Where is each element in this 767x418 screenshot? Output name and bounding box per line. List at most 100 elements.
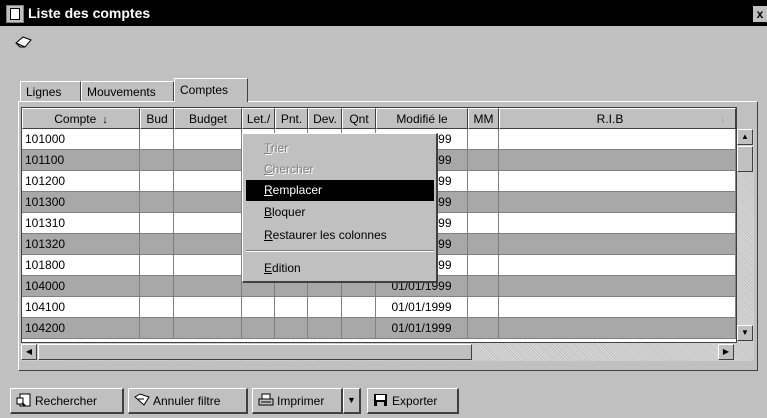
table-cell[interactable] <box>275 318 308 339</box>
table-cell[interactable] <box>174 150 242 171</box>
table-cell[interactable] <box>174 171 242 192</box>
scroll-down-button[interactable]: ▼ <box>737 325 753 341</box>
table-cell[interactable] <box>140 129 174 150</box>
table-cell[interactable] <box>140 276 174 297</box>
table-cell[interactable] <box>468 297 499 318</box>
table-cell[interactable] <box>140 213 174 234</box>
table-cell[interactable] <box>499 318 736 339</box>
table-cell[interactable] <box>242 297 275 318</box>
column-header-rib[interactable]: R.I.B ↓ <box>499 108 736 129</box>
menu-item-remplacer[interactable]: Remplacer <box>246 180 434 201</box>
cell-compte[interactable]: 104100 <box>22 297 140 318</box>
horizontal-scrollbar[interactable]: ◀ ▶ <box>21 343 754 361</box>
column-header-compte[interactable]: Compte ↓ <box>22 108 140 129</box>
close-button[interactable]: x <box>753 6 767 22</box>
menu-item-restaurer-colonnes[interactable]: Restaurer les colonnes <box>246 225 434 246</box>
column-header-mm[interactable]: MM <box>468 108 499 129</box>
print-options-dropdown[interactable]: ▼ <box>343 388 361 414</box>
table-cell[interactable] <box>275 297 308 318</box>
print-button[interactable]: Imprimer <box>252 388 343 414</box>
horizontal-scroll-thumb[interactable] <box>38 344 472 360</box>
column-header-bud[interactable]: Bud <box>140 108 174 129</box>
table-row[interactable]: 104200 01/01/1999 <box>22 318 736 339</box>
table-row[interactable]: 104100 01/01/1999 <box>22 297 736 318</box>
tab-comptes[interactable]: Comptes <box>174 78 248 102</box>
table-cell[interactable] <box>499 297 736 318</box>
table-cell[interactable] <box>174 255 242 276</box>
cell-compte[interactable]: 101100 <box>22 150 140 171</box>
search-button[interactable]: Rechercher <box>10 388 124 414</box>
tab-lignes[interactable]: Lignes <box>20 81 81 101</box>
table-cell[interactable] <box>342 318 376 339</box>
table-cell[interactable] <box>468 129 499 150</box>
menu-item-accelerator: B <box>264 205 273 219</box>
cell-compte[interactable]: 101800 <box>22 255 140 276</box>
table-cell[interactable] <box>499 234 736 255</box>
table-cell[interactable] <box>499 129 736 150</box>
table-cell[interactable] <box>468 318 499 339</box>
table-cell[interactable] <box>140 192 174 213</box>
table-cell[interactable] <box>499 171 736 192</box>
table-cell[interactable] <box>174 129 242 150</box>
table-cell[interactable] <box>308 297 342 318</box>
column-header-pnt[interactable]: Pnt. <box>275 108 308 129</box>
table-cell[interactable] <box>174 234 242 255</box>
scroll-right-button[interactable]: ▶ <box>718 344 734 360</box>
cell-modifie[interactable]: 01/01/1999 <box>376 297 468 318</box>
table-cell[interactable] <box>174 297 242 318</box>
table-cell[interactable] <box>468 255 499 276</box>
table-cell[interactable] <box>468 234 499 255</box>
table-cell[interactable] <box>174 276 242 297</box>
eraser-icon[interactable] <box>14 34 34 50</box>
menu-item-edition[interactable]: Edition <box>246 258 434 279</box>
table-cell[interactable] <box>499 276 736 297</box>
vertical-scroll-thumb[interactable] <box>737 146 753 172</box>
menu-item-accelerator: E <box>264 261 273 275</box>
menu-item-chercher[interactable]: Chercher <box>246 159 434 180</box>
table-cell[interactable] <box>174 318 242 339</box>
vertical-scrollbar[interactable]: ▲ ▼ <box>737 129 754 343</box>
tab-mouvements[interactable]: Mouvements <box>81 81 174 101</box>
export-button[interactable]: Exporter <box>367 388 459 414</box>
table-cell[interactable] <box>468 171 499 192</box>
menu-item-trier[interactable]: Trier <box>246 138 434 159</box>
table-cell[interactable] <box>140 150 174 171</box>
menu-item-bloquer[interactable]: Bloquer <box>246 202 434 223</box>
printer-icon <box>258 393 274 406</box>
table-cell[interactable] <box>468 276 499 297</box>
table-cell[interactable] <box>499 150 736 171</box>
table-cell[interactable] <box>468 213 499 234</box>
cell-modifie[interactable]: 01/01/1999 <box>376 318 468 339</box>
table-cell[interactable] <box>140 318 174 339</box>
column-header-budget[interactable]: Budget <box>174 108 242 129</box>
column-header-qnt[interactable]: Qnt <box>342 108 376 129</box>
table-cell[interactable] <box>140 234 174 255</box>
cell-compte[interactable]: 101320 <box>22 234 140 255</box>
clear-filter-button[interactable]: Annuler filtre <box>128 388 248 414</box>
table-cell[interactable] <box>140 171 174 192</box>
column-header-dev[interactable]: Dev. <box>308 108 342 129</box>
cell-compte[interactable]: 104000 <box>22 276 140 297</box>
table-cell[interactable] <box>174 213 242 234</box>
table-cell[interactable] <box>468 192 499 213</box>
cell-compte[interactable]: 101300 <box>22 192 140 213</box>
cell-compte[interactable]: 104200 <box>22 318 140 339</box>
table-cell[interactable] <box>242 318 275 339</box>
table-cell[interactable] <box>174 192 242 213</box>
column-header-modifie[interactable]: Modifié le <box>376 108 468 129</box>
scroll-up-button[interactable]: ▲ <box>737 129 753 145</box>
scroll-left-button[interactable]: ◀ <box>21 344 37 360</box>
table-cell[interactable] <box>308 318 342 339</box>
cell-compte[interactable]: 101200 <box>22 171 140 192</box>
table-cell[interactable] <box>342 297 376 318</box>
table-cell[interactable] <box>468 150 499 171</box>
table-cell[interactable] <box>140 255 174 276</box>
cell-compte[interactable]: 101000 <box>22 129 140 150</box>
column-header-let[interactable]: Let./ <box>242 108 275 129</box>
table-cell[interactable] <box>499 213 736 234</box>
title-bar: Liste des comptes x <box>0 0 767 26</box>
table-cell[interactable] <box>499 192 736 213</box>
table-cell[interactable] <box>140 297 174 318</box>
table-cell[interactable] <box>499 255 736 276</box>
cell-compte[interactable]: 101310 <box>22 213 140 234</box>
